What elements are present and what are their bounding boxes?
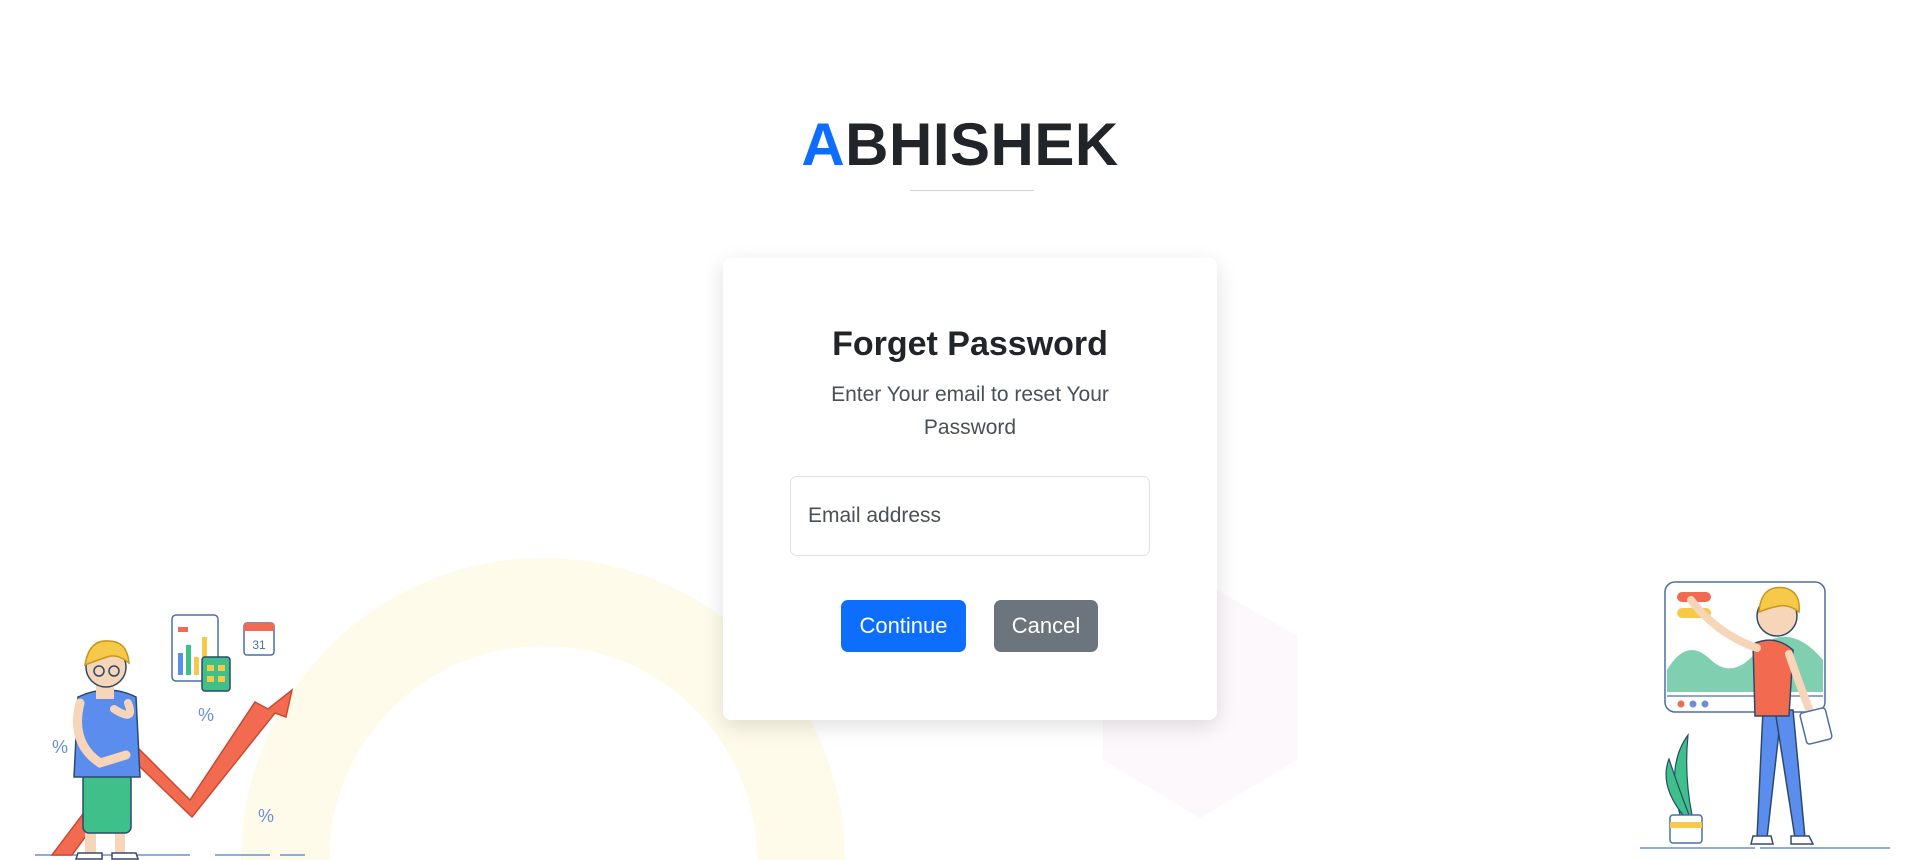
calendar-icon: 31 bbox=[243, 622, 275, 656]
brand-divider bbox=[910, 190, 1034, 191]
brand-logo: ABHISHEK bbox=[0, 110, 1920, 180]
calculator-icon bbox=[201, 656, 231, 692]
percent-symbol-3: % bbox=[258, 806, 274, 826]
plant-icon bbox=[1665, 732, 1703, 844]
percent-symbol-1: % bbox=[198, 705, 214, 725]
forgot-password-card: Forget Password Enter Your email to rese… bbox=[723, 258, 1217, 720]
percent-symbol-2: % bbox=[52, 737, 68, 757]
card-title: Forget Password bbox=[832, 325, 1108, 363]
calendar-day-text: 31 bbox=[252, 638, 266, 652]
person-thinking-icon bbox=[73, 640, 141, 860]
brand-rest: BHISHEK bbox=[845, 111, 1119, 178]
cancel-button[interactable]: Cancel bbox=[994, 600, 1098, 652]
email-input[interactable] bbox=[790, 476, 1150, 556]
continue-button[interactable]: Continue bbox=[841, 600, 966, 652]
right-illustration bbox=[1640, 581, 1890, 849]
brand-first-letter: A bbox=[801, 111, 846, 178]
left-illustration: 31 % % % bbox=[35, 614, 305, 860]
card-subtitle: Enter Your email to reset Your Password bbox=[831, 383, 1109, 439]
